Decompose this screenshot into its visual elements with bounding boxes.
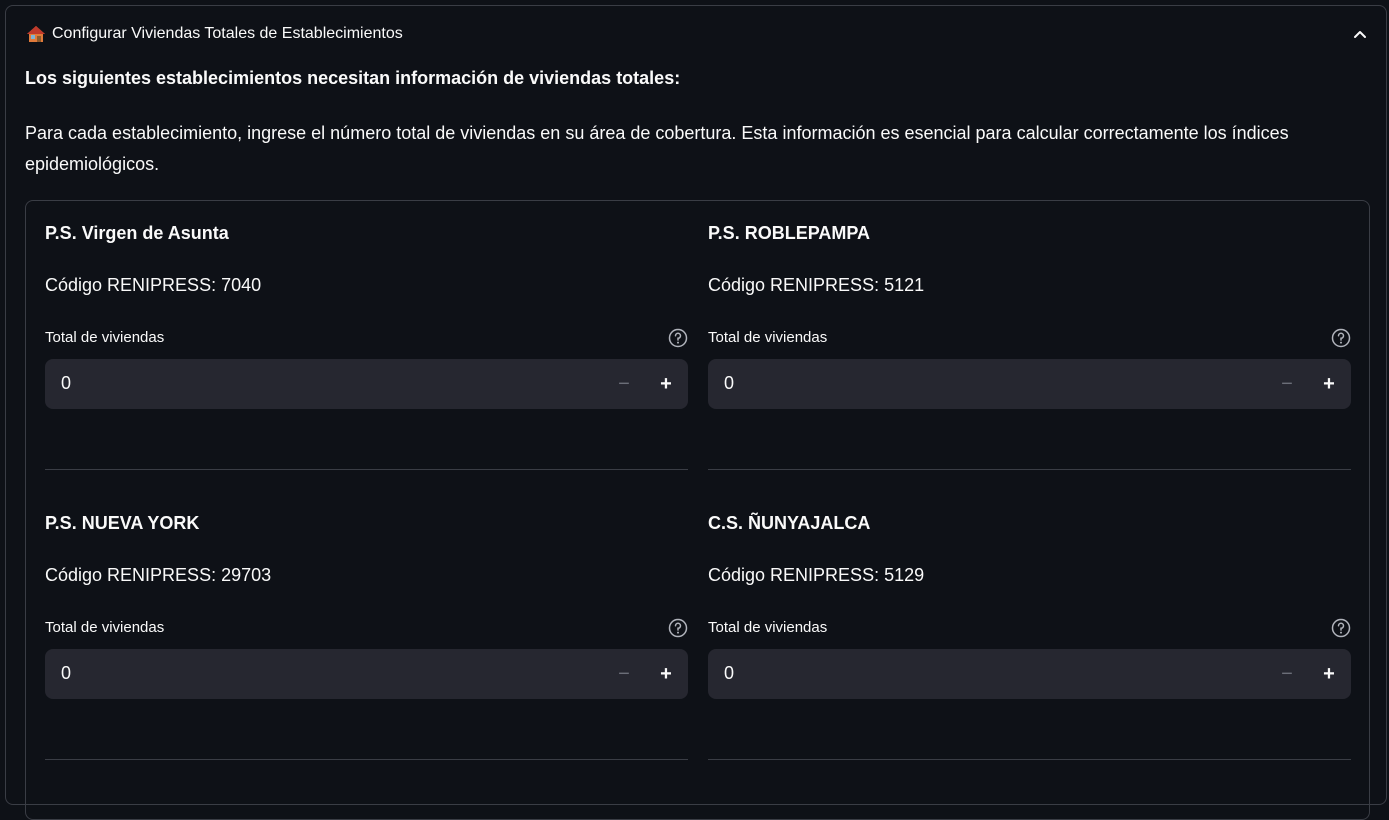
establishment-card: P.S. ROBLEPAMPA Código RENIPRESS: 5121 T… [708, 201, 1351, 491]
viviendas-label: Total de viviendas [708, 619, 828, 636]
increment-button[interactable]: + [654, 662, 678, 686]
help-icon[interactable] [668, 618, 688, 638]
intro-text: Para cada establecimiento, ingrese el nú… [25, 123, 1289, 174]
establishment-code: Código RENIPRESS: 5129 [708, 565, 925, 585]
viviendas-label: Total de viviendas [45, 329, 165, 346]
divider [45, 469, 688, 470]
establishments-container: P.S. Virgen de Asunta Código RENIPRESS: … [25, 200, 1370, 820]
expander-header[interactable]: Configurar Viviendas Totales de Establec… [6, 6, 1386, 64]
establishment-code: Código RENIPRESS: 5121 [708, 275, 925, 295]
establishment-card: P.S. NUEVA YORK Código RENIPRESS: 29703 … [45, 491, 688, 781]
viviendas-number-input[interactable]: 0 − + [45, 649, 688, 699]
help-icon[interactable] [1331, 618, 1351, 638]
establishment-name: P.S. ROBLEPAMPA [708, 223, 871, 243]
increment-button[interactable]: + [1317, 662, 1341, 686]
decrement-button[interactable]: − [612, 662, 636, 686]
help-icon[interactable] [1331, 328, 1351, 348]
expander-title: Configurar Viviendas Totales de Establec… [52, 25, 403, 42]
establishment-name: P.S. Virgen de Asunta [45, 223, 229, 243]
viviendas-value[interactable]: 0 [724, 663, 734, 684]
divider [708, 759, 1351, 760]
viviendas-value[interactable]: 0 [724, 373, 734, 394]
establishment-code: Código RENIPRESS: 29703 [45, 565, 272, 585]
establishment-name: P.S. NUEVA YORK [45, 513, 200, 533]
viviendas-value[interactable]: 0 [61, 663, 71, 684]
viviendas-number-input[interactable]: 0 − + [708, 359, 1351, 409]
viviendas-label: Total de viviendas [708, 329, 828, 346]
viviendas-expander: Configurar Viviendas Totales de Establec… [5, 5, 1387, 820]
establishment-name: C.S. ÑUNYAJALCA [708, 513, 871, 533]
intro-heading: Los siguientes establecimientos necesita… [25, 68, 681, 88]
viviendas-number-input[interactable]: 0 − + [708, 649, 1351, 699]
establishment-card: P.S. Virgen de Asunta Código RENIPRESS: … [45, 201, 688, 491]
divider [708, 469, 1351, 470]
viviendas-value[interactable]: 0 [61, 373, 71, 394]
divider [45, 759, 688, 760]
viviendas-label: Total de viviendas [45, 619, 165, 636]
decrement-button[interactable]: − [1275, 372, 1299, 396]
chevron-up-icon[interactable] [1352, 26, 1368, 42]
increment-button[interactable]: + [654, 372, 678, 396]
increment-button[interactable]: + [1317, 372, 1341, 396]
establishment-code: Código RENIPRESS: 7040 [45, 275, 262, 295]
decrement-button[interactable]: − [612, 372, 636, 396]
house-icon [26, 24, 46, 44]
establishment-card: C.S. ÑUNYAJALCA Código RENIPRESS: 5129 T… [708, 491, 1351, 781]
decrement-button[interactable]: − [1275, 662, 1299, 686]
help-icon[interactable] [668, 328, 688, 348]
viviendas-number-input[interactable]: 0 − + [45, 359, 688, 409]
